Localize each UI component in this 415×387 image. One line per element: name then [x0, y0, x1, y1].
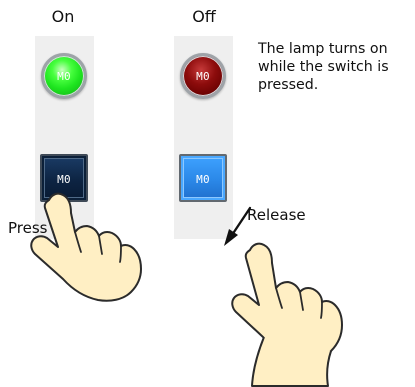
switch-released-button[interactable]: M0 — [179, 154, 227, 202]
switch-released-text: M0 — [196, 172, 210, 186]
pointing-hand-icon — [30, 192, 142, 302]
on-state-label: On — [51, 7, 75, 26]
lamp-on-indicator: M0 — [41, 53, 87, 99]
lamp-off-indicator: M0 — [180, 53, 226, 99]
off-state-label: Off — [192, 7, 216, 26]
explanation-text: The lamp turns on while the switch is pr… — [258, 41, 389, 93]
lamp-on-text: M0 — [57, 69, 71, 83]
pointing-hand-icon-release — [231, 242, 343, 387]
lamp-off-text: M0 — [196, 69, 210, 83]
